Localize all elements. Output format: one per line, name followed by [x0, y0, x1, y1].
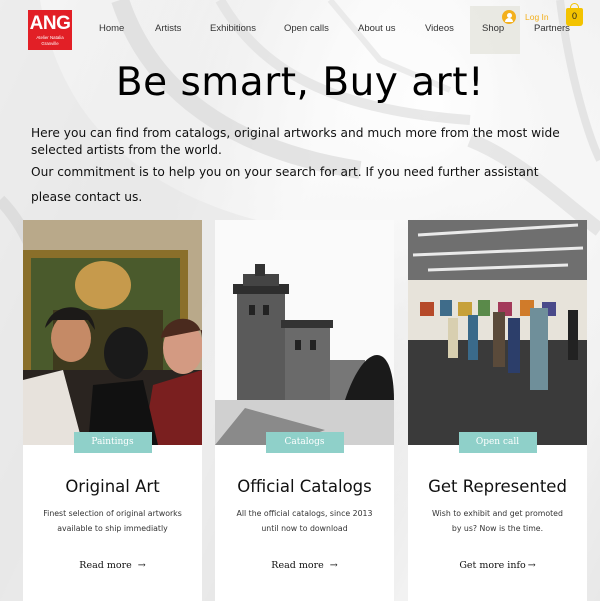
nav-shop[interactable]: Shop [482, 23, 504, 34]
read-more-link[interactable]: Read more → [215, 560, 394, 571]
category-badge[interactable]: Catalogs [265, 432, 344, 453]
nav-about-us[interactable]: About us [358, 23, 396, 34]
card-description: Finest selection of original artworks av… [43, 509, 182, 533]
user-avatar-icon [502, 10, 516, 24]
login-button[interactable]: Log In [502, 9, 549, 25]
arrow-right-icon: → [329, 560, 338, 571]
card-title: Get Represented [428, 477, 567, 496]
login-label: Log In [525, 12, 549, 22]
main-nav: Home Artists Exhibitions Open calls Abou… [0, 23, 600, 39]
read-more-label: Read more [271, 560, 324, 571]
arrow-right-icon: → [137, 560, 146, 571]
nav-videos[interactable]: Videos [425, 23, 454, 34]
card-description: All the official catalogs, since 2013 un… [236, 509, 373, 533]
card-title: Original Art [65, 477, 160, 496]
nav-artists[interactable]: Artists [155, 23, 181, 34]
cart-button[interactable]: 0 [566, 3, 583, 26]
card-get-represented[interactable]: Open call Get Represented Wish to exhibi… [408, 220, 587, 601]
category-badge[interactable]: Open call [458, 432, 537, 453]
intro-text: Here you can find from catalogs, origina… [31, 126, 560, 157]
read-more-label: Read more [79, 560, 132, 571]
card-title: Official Catalogs [237, 477, 372, 496]
catalogs-photo [215, 220, 394, 445]
category-badge[interactable]: Paintings [73, 432, 152, 453]
get-more-info-label: Get more info [459, 560, 526, 571]
get-more-info-link[interactable]: Get more info → [408, 560, 587, 571]
intro-commitment-text: Our commitment is to help you on your se… [31, 165, 539, 179]
hero-title: Be smart, Buy art! [115, 60, 485, 105]
nav-exhibitions[interactable]: Exhibitions [210, 23, 256, 34]
cart-count: 0 [571, 11, 577, 21]
intro-contact-text: please contact us. [31, 190, 143, 204]
card-official-catalogs[interactable]: Catalogs Official Catalogs All the offic… [215, 220, 394, 601]
card-description: Wish to exhibit and get promoted by us? … [432, 509, 563, 533]
exhibition-hall-photo [408, 220, 587, 445]
arrow-right-icon: → [527, 560, 536, 571]
read-more-link[interactable]: Read more → [23, 560, 202, 571]
paintings-photo [23, 220, 202, 445]
nav-open-calls[interactable]: Open calls [284, 23, 329, 34]
card-original-art[interactable]: Paintings Original Art Finest selection … [23, 220, 202, 601]
nav-home[interactable]: Home [99, 23, 124, 34]
